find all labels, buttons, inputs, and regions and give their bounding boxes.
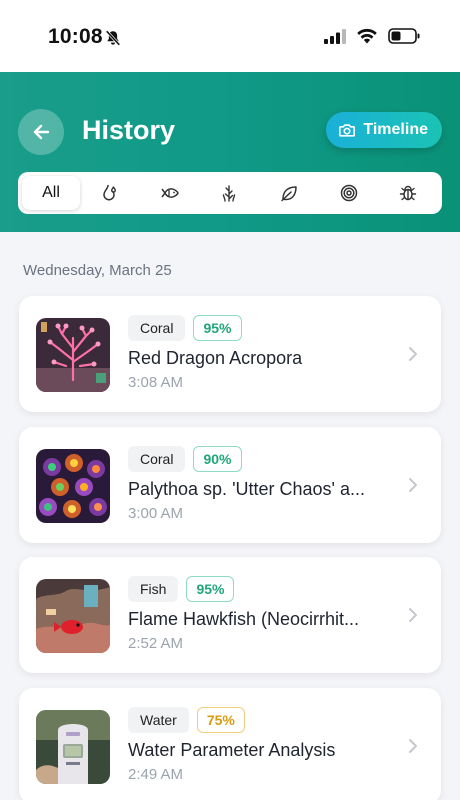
card-title: Flame Hawkfish (Neocirrhit...	[128, 609, 360, 629]
bell-slash-icon	[105, 30, 121, 46]
card-time: 2:52 AM	[128, 635, 184, 652]
status-time: 10:08	[48, 25, 103, 48]
badges: Fish 95%	[128, 576, 235, 602]
category-badge: Water	[128, 707, 189, 733]
confidence-badge: 95%	[186, 576, 235, 602]
category-badge: Fish	[128, 576, 179, 602]
history-card[interactable]: Coral 90% Palythoa sp. 'Utter Chaos' a..…	[19, 427, 441, 543]
fish-icon	[160, 188, 179, 198]
signal-icon	[324, 28, 346, 44]
water-drop-icon	[103, 184, 116, 201]
status-bar: 10:08	[0, 0, 460, 72]
filter-fish[interactable]	[140, 176, 200, 210]
card-time: 3:08 AM	[128, 374, 184, 391]
card-title: Palythoa sp. 'Utter Chaos' a...	[128, 479, 365, 499]
confidence-badge: 90%	[193, 446, 242, 472]
chevron-right-icon	[409, 478, 417, 492]
card-time: 2:49 AM	[128, 766, 184, 783]
leaf-icon	[281, 186, 297, 202]
badges: Coral 90%	[128, 446, 242, 472]
hawkfish-thumbnail	[36, 579, 110, 653]
filter-water[interactable]	[80, 176, 140, 210]
pink-coral-thumbnail	[36, 318, 110, 392]
arrow-left-icon	[33, 124, 50, 140]
water-checker-thumbnail	[36, 710, 110, 784]
history-card[interactable]: Fish 95% Flame Hawkfish (Neocirrhit... 2…	[19, 557, 441, 673]
confidence-badge: 75%	[196, 707, 245, 733]
filter-leaf[interactable]	[259, 176, 319, 210]
category-badge: Coral	[128, 446, 186, 472]
filter-plants[interactable]	[199, 176, 259, 210]
seaweed-icon	[222, 185, 236, 202]
battery-icon	[388, 27, 420, 44]
camera-icon	[339, 124, 356, 137]
wifi-icon	[357, 28, 377, 44]
badges: Water 75%	[128, 707, 245, 733]
card-title: Water Parameter Analysis	[128, 740, 336, 760]
category-badge: Coral	[128, 315, 186, 341]
filter-invertebrates[interactable]	[319, 176, 379, 210]
card-title: Red Dragon Acropora	[128, 348, 303, 368]
date-heading: Wednesday, March 25	[23, 262, 172, 279]
card-time: 3:00 AM	[128, 505, 184, 522]
filter-pests[interactable]	[378, 176, 438, 210]
chevron-right-icon	[409, 739, 417, 753]
timeline-label: Timeline	[363, 121, 428, 138]
bug-icon	[399, 185, 417, 201]
page-title: History	[82, 115, 176, 145]
chevron-right-icon	[409, 347, 417, 361]
filter-all-label: All	[42, 184, 60, 201]
chevron-right-icon	[409, 608, 417, 622]
timeline-button[interactable]: Timeline	[326, 112, 442, 148]
back-button[interactable]	[18, 109, 64, 155]
history-card[interactable]: Coral 95% Red Dragon Acropora 3:08 AM	[19, 296, 441, 412]
status-icons	[324, 27, 420, 44]
category-filter-bar: All	[18, 172, 442, 214]
header: History Timeline All	[0, 72, 460, 232]
spiral-shell-icon	[340, 184, 357, 202]
filter-all[interactable]: All	[22, 176, 80, 210]
confidence-badge: 95%	[193, 315, 242, 341]
zoanthid-thumbnail	[36, 449, 110, 523]
phone-screen: 10:08 History Timeline All Wednesday, Ma…	[0, 0, 460, 800]
history-card[interactable]: Water 75% Water Parameter Analysis 2:49 …	[19, 688, 441, 800]
badges: Coral 95%	[128, 315, 242, 341]
